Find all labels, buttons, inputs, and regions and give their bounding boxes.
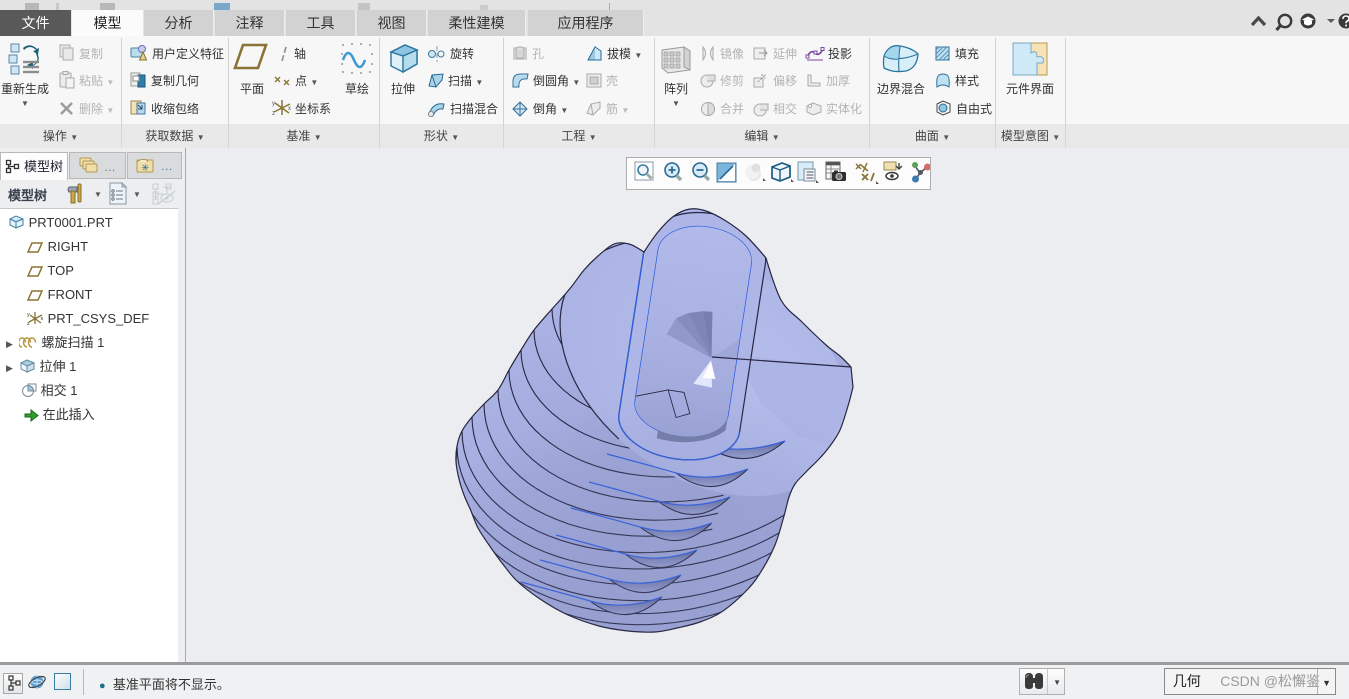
svg-text:x: x: [288, 106, 291, 112]
svg-text:y: y: [272, 101, 275, 107]
svg-text:z: z: [272, 111, 275, 117]
svg-text:y: y: [27, 312, 30, 318]
svg-text:z: z: [27, 321, 30, 326]
svg-text:✳: ✳: [141, 163, 149, 174]
svg-text:x: x: [41, 316, 44, 322]
